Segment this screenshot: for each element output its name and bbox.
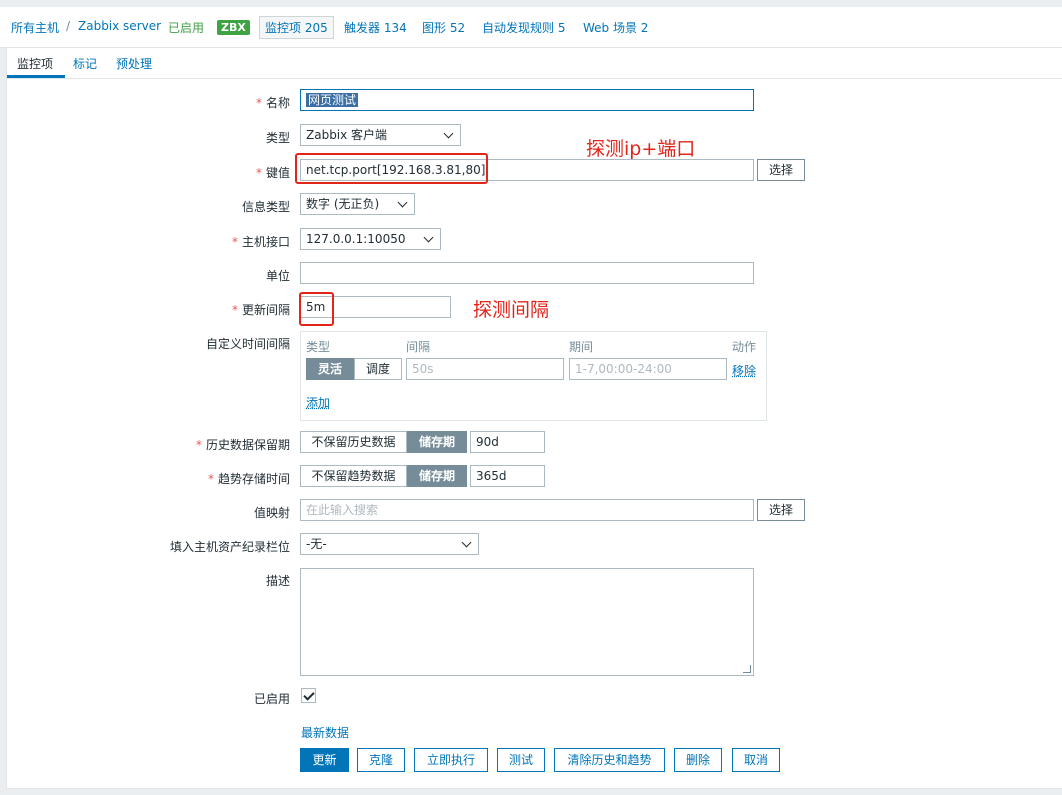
enabled-label: 已启用: [253, 692, 290, 706]
trends-period-input[interactable]: 365d: [470, 465, 545, 487]
breadcrumb-separator: /: [66, 19, 71, 33]
custom-interval-input[interactable]: 50s: [406, 358, 564, 380]
breadcrumb-host[interactable]: Zabbix server: [78, 19, 161, 33]
custom-intervals-box: 类型 间隔 期间 动作 灵活 调度 50s 1-7,00:00-24:00 移除…: [300, 331, 767, 421]
history-storage-toggle[interactable]: 储存期: [407, 431, 467, 453]
nav-triggers[interactable]: 触发器 134: [344, 19, 407, 36]
clear-history-button[interactable]: 清除历史和趋势: [554, 748, 665, 772]
history-no-keep-toggle[interactable]: 不保留历史数据: [300, 431, 407, 453]
name-label: * 名称: [255, 96, 290, 110]
key-label: * 键值: [255, 166, 290, 180]
breadcrumb-all-hosts[interactable]: 所有主机: [11, 19, 59, 36]
type-label: 类型: [265, 131, 290, 145]
execute-now-button[interactable]: 立即执行: [414, 748, 488, 772]
test-button[interactable]: 测试: [497, 748, 545, 772]
trends-no-keep-toggle[interactable]: 不保留趋势数据: [300, 465, 407, 487]
key-annotation-box: [295, 153, 488, 184]
form-tabs: 监控项 标记 预处理: [7, 48, 1062, 79]
units-label: 单位: [265, 269, 290, 283]
col-interval-header: 间隔: [406, 340, 431, 354]
interval-annotation-box: [299, 292, 334, 326]
remove-interval-link[interactable]: 移除: [732, 362, 756, 379]
custom-intervals-label: 自定义时间间隔: [205, 337, 290, 351]
tab-tags[interactable]: 标记: [73, 55, 97, 72]
value-map-select-button[interactable]: 选择: [757, 499, 805, 521]
col-period-header: 期间: [569, 340, 594, 354]
active-tab-indicator: [7, 75, 65, 78]
value-map-label: 值映射: [253, 506, 290, 520]
history-label: * 历史数据保留期: [195, 438, 290, 452]
delete-button[interactable]: 删除: [674, 748, 722, 772]
update-interval-label: * 更新间隔: [231, 303, 290, 317]
history-period-input[interactable]: 90d: [470, 431, 545, 453]
host-navigation: 所有主机 / Zabbix server 已启用 ZBX 监控项 205 触发器…: [0, 7, 1062, 48]
type-select[interactable]: Zabbix 客户端: [300, 124, 461, 146]
zbx-availability-badge: ZBX: [217, 20, 250, 35]
latest-data-link[interactable]: 最新数据: [301, 724, 349, 741]
info-type-select[interactable]: 数字 (无正负): [300, 193, 415, 215]
nav-graphs[interactable]: 图形 52: [422, 19, 465, 36]
name-input[interactable]: 网页测试: [300, 89, 754, 111]
interval-annotation-text: 探测间隔: [473, 299, 550, 321]
clone-button[interactable]: 克隆: [357, 748, 405, 772]
nav-items[interactable]: 监控项 205: [259, 16, 334, 39]
col-action-header: 动作: [732, 340, 757, 354]
col-type-header: 类型: [306, 340, 331, 354]
key-select-button[interactable]: 选择: [757, 159, 805, 181]
description-textarea[interactable]: [300, 568, 754, 676]
custom-period-input[interactable]: 1-7,00:00-24:00: [569, 358, 727, 380]
description-label: 描述: [265, 574, 290, 588]
tab-item[interactable]: 监控项: [17, 55, 53, 72]
add-interval-link[interactable]: 添加: [306, 394, 330, 411]
key-annotation-text: 探测ip+端口: [586, 138, 696, 160]
tab-preprocessing[interactable]: 预处理: [116, 55, 152, 72]
cancel-button[interactable]: 取消: [732, 748, 780, 772]
item-form-panel: 监控项 标记 预处理 * 名称 网页测试 类型 Zabbix 客户端 * 键值 ne…: [6, 47, 1062, 789]
host-interface-label: * 主机接口: [231, 235, 290, 249]
units-input[interactable]: [300, 262, 754, 284]
scheduling-toggle[interactable]: 调度: [354, 358, 402, 380]
trends-label: * 趋势存储时间: [207, 472, 290, 486]
value-map-input[interactable]: 在此输入搜索: [300, 499, 754, 521]
update-button[interactable]: 更新: [300, 748, 349, 772]
info-type-label: 信息类型: [241, 200, 290, 214]
nav-web-scenarios[interactable]: Web 场景 2: [583, 19, 648, 36]
host-interface-select[interactable]: 127.0.0.1:10050: [300, 228, 441, 250]
flexible-toggle[interactable]: 灵活: [306, 358, 354, 380]
trends-storage-toggle[interactable]: 储存期: [407, 465, 467, 487]
nav-discovery-rules[interactable]: 自动发现规则 5: [482, 19, 565, 36]
inventory-label: 填入主机资产纪录栏位: [169, 540, 290, 554]
host-status[interactable]: 已启用: [168, 19, 204, 36]
inventory-select[interactable]: -无-: [300, 533, 479, 555]
enabled-checkbox[interactable]: [301, 688, 316, 703]
